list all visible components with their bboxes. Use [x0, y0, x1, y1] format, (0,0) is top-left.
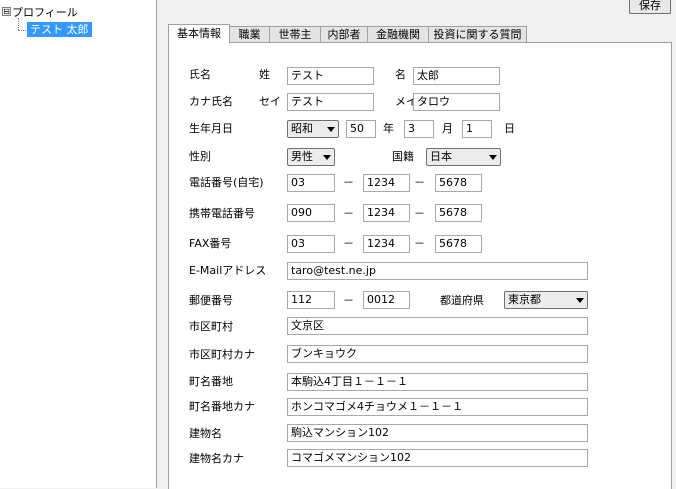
nationality-value: 日本 — [430, 150, 452, 163]
postal-code-label: 郵便番号 — [189, 294, 233, 307]
postal-code-part2[interactable]: 0012 — [363, 291, 410, 309]
prefecture-select[interactable]: 東京都 — [504, 291, 588, 309]
address-input[interactable]: 本駒込4丁目１－１－１ — [287, 373, 588, 391]
last-name-label: 姓 — [259, 68, 270, 81]
home-phone-part3[interactable]: 5678 — [435, 174, 482, 192]
tree-item-selected[interactable]: テスト 太郎 — [27, 22, 92, 37]
tab-insider[interactable]: 内部者 — [320, 26, 368, 42]
dash-separator: － — [343, 294, 354, 307]
city-kana-input[interactable]: ブンキョウク — [287, 345, 588, 363]
dash-separator: － — [414, 176, 425, 189]
fax-part3[interactable]: 5678 — [435, 235, 482, 253]
month-label: 月 — [442, 122, 453, 135]
dash-separator: － — [414, 237, 425, 250]
home-phone-label: 電話番号(自宅) — [189, 176, 264, 189]
email-input[interactable]: taro@test.ne.jp — [287, 262, 588, 280]
address-kana-label: 町名番地カナ — [189, 400, 255, 413]
building-kana-label: 建物名カナ — [189, 452, 244, 465]
era-select[interactable]: 昭和 — [287, 120, 339, 138]
day-label: 日 — [504, 122, 515, 135]
first-kana-input[interactable]: タロウ — [413, 93, 500, 111]
dash-separator: － — [343, 176, 354, 189]
collapse-icon[interactable]: ⊟ — [2, 7, 11, 16]
building-label: 建物名 — [189, 427, 222, 440]
chevron-down-icon — [327, 127, 335, 132]
city-label: 市区町村 — [189, 320, 233, 333]
tree-connector — [18, 18, 19, 30]
kana-name-label: カナ氏名 — [189, 95, 233, 108]
mobile-phone-label: 携帯電話番号 — [189, 207, 255, 220]
fax-part2[interactable]: 1234 — [363, 235, 410, 253]
home-phone-part2[interactable]: 1234 — [363, 174, 410, 192]
dash-separator: － — [414, 207, 425, 220]
era-value: 昭和 — [291, 122, 313, 135]
name-label: 氏名 — [189, 68, 211, 81]
first-name-label: 名 — [395, 68, 406, 81]
last-kana-input[interactable]: テスト — [287, 93, 374, 111]
birth-month-input[interactable]: 3 — [404, 120, 434, 138]
tab-financial-institution[interactable]: 金融機関 — [367, 26, 429, 42]
fax-label: FAX番号 — [189, 237, 232, 250]
year-label: 年 — [383, 122, 394, 135]
email-label: E-Mailアドレス — [189, 264, 267, 277]
tab-basic-info[interactable]: 基本情報 — [168, 24, 230, 43]
tab-occupation[interactable]: 職業 — [229, 26, 270, 42]
birth-year-input[interactable]: 50 — [346, 120, 376, 138]
prefecture-value: 東京都 — [508, 293, 541, 306]
building-kana-input[interactable]: コマゴメマンション102 — [287, 449, 588, 467]
postal-code-part1[interactable]: 112 — [287, 291, 335, 309]
first-name-input[interactable]: 太郎 — [413, 67, 500, 85]
nationality-select[interactable]: 日本 — [426, 148, 501, 166]
city-input[interactable]: 文京区 — [287, 317, 588, 335]
gender-value: 男性 — [291, 150, 313, 163]
chevron-down-icon — [576, 298, 584, 303]
dash-separator: － — [343, 207, 354, 220]
tree-root-label: プロフィール — [12, 6, 78, 19]
mobile-phone-part2[interactable]: 1234 — [363, 204, 410, 222]
last-name-input[interactable]: テスト — [287, 67, 374, 85]
building-input[interactable]: 駒込マンション102 — [287, 424, 588, 442]
tab-investment-questions[interactable]: 投資に関する質問 — [428, 26, 527, 42]
fax-part1[interactable]: 03 — [287, 235, 335, 253]
birth-day-input[interactable]: 1 — [462, 120, 492, 138]
mobile-phone-part3[interactable]: 5678 — [435, 204, 482, 222]
address-kana-input[interactable]: ホンコマゴメ4チョウメ１－１－１ — [287, 398, 588, 416]
prefecture-label: 都道府県 — [440, 294, 484, 307]
birth-date-label: 生年月日 — [189, 122, 233, 135]
chevron-down-icon — [323, 155, 331, 160]
chevron-down-icon — [489, 155, 497, 160]
last-kana-label: セイ — [259, 95, 281, 108]
tree-connector — [18, 30, 26, 31]
nationality-label: 国籍 — [392, 150, 414, 163]
home-phone-part1[interactable]: 03 — [287, 174, 335, 192]
address-label: 町名番地 — [189, 375, 233, 388]
tab-householder[interactable]: 世帯主 — [269, 26, 321, 42]
gender-select[interactable]: 男性 — [287, 148, 335, 166]
mobile-phone-part1[interactable]: 090 — [287, 204, 335, 222]
save-button[interactable]: 保存 — [629, 0, 671, 14]
dash-separator: － — [343, 237, 354, 250]
gender-label: 性別 — [189, 150, 211, 163]
city-kana-label: 市区町村カナ — [189, 348, 255, 361]
profile-tree: ⊟ プロフィール テスト 太郎 — [0, 0, 157, 488]
